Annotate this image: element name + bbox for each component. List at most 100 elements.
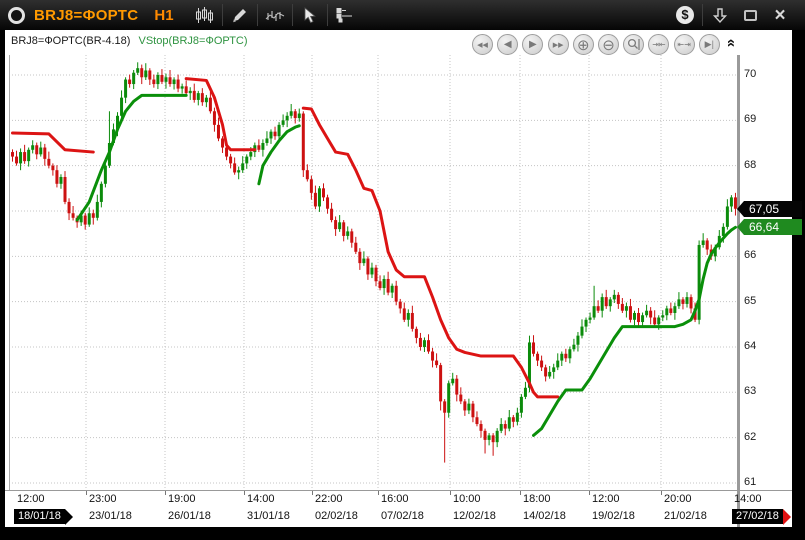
candle: [322, 188, 325, 197]
collapse-toolbar-icon[interactable]: «: [725, 39, 737, 47]
levels-button[interactable]: [330, 2, 360, 28]
candle: [568, 349, 571, 358]
minimize-button[interactable]: [735, 2, 765, 28]
candle: [649, 311, 652, 318]
candle: [27, 150, 30, 161]
draw-button[interactable]: [225, 2, 255, 28]
candle: [609, 299, 612, 306]
candle: [177, 80, 180, 89]
chart-title: BRJ8=ФОРТС(BR-4.18): [11, 35, 130, 47]
time-axis-date-label: 26/01/18: [168, 510, 211, 522]
candle: [358, 252, 361, 263]
cursor-button[interactable]: [295, 2, 325, 28]
candle: [209, 98, 212, 112]
candle: [512, 417, 515, 422]
close-button[interactable]: ×: [765, 2, 795, 28]
candle: [532, 342, 535, 353]
candle: [160, 75, 163, 82]
candle: [548, 372, 551, 377]
candle: [435, 361, 438, 366]
candle: [730, 197, 733, 206]
current-date-arrow-icon: [783, 509, 791, 525]
candle: [520, 397, 523, 413]
candle: [637, 313, 640, 322]
time-axis-time-label: 14:00: [247, 493, 275, 505]
minimize-icon: [744, 10, 757, 21]
candle: [613, 295, 616, 300]
zoom-area-button[interactable]: [623, 34, 644, 55]
candle: [661, 315, 664, 317]
download-button[interactable]: [705, 2, 735, 28]
indicator-label: VStop(BRJ8=ФОРТС): [139, 35, 248, 47]
candle: [673, 306, 676, 313]
time-axis-date-label: 19/02/18: [592, 510, 635, 522]
candle: [88, 213, 91, 224]
candle: [314, 193, 317, 207]
candle: [690, 297, 693, 308]
time-axis-date-label: 23/01/18: [89, 510, 132, 522]
candle: [140, 68, 143, 77]
scroll-forward-button[interactable]: ▶: [522, 34, 543, 55]
candle: [245, 157, 248, 164]
zoom-in-button[interactable]: ⊕: [573, 34, 594, 55]
chart-type-button[interactable]: [190, 2, 220, 28]
compress-scale-button[interactable]: ⇥⇤: [648, 34, 669, 55]
zoom-out-button[interactable]: ⊖: [598, 34, 619, 55]
time-axis-time-label: 12:00: [17, 493, 45, 505]
candle: [269, 132, 272, 139]
app-logo-icon: [8, 7, 25, 24]
price-axis-label: 68: [744, 159, 756, 171]
candle: [59, 177, 62, 184]
toolbar-timeframe[interactable]: H1: [154, 7, 173, 24]
candlestick-icon: [195, 7, 214, 24]
candle: [669, 308, 672, 313]
candle: [354, 243, 357, 252]
candle: [451, 379, 454, 384]
candle: [484, 431, 487, 440]
candle: [51, 166, 54, 171]
candle: [362, 259, 365, 264]
candle: [274, 132, 277, 137]
scroll-end-button[interactable]: ▶▶: [548, 34, 569, 55]
candle: [544, 367, 547, 376]
candle: [617, 295, 620, 304]
last-price-label: 67,05: [744, 201, 802, 217]
go-to-end-button[interactable]: ▶|: [699, 34, 720, 55]
candle: [330, 209, 333, 220]
candle: [524, 388, 527, 397]
quotes-button[interactable]: $: [670, 2, 700, 28]
candle: [702, 240, 705, 245]
expand-scale-button[interactable]: ⇤⇥: [674, 34, 695, 55]
cursor-icon: [302, 7, 318, 24]
indicators-button[interactable]: [260, 2, 290, 28]
candle: [241, 163, 244, 170]
scroll-back-button[interactable]: ◀: [497, 34, 518, 55]
candle: [265, 138, 268, 143]
candle: [597, 306, 600, 311]
candle: [19, 152, 22, 163]
candle: [480, 424, 483, 431]
candle: [560, 354, 563, 361]
candle: [15, 157, 18, 164]
candle: [68, 202, 71, 213]
candle: [439, 365, 442, 401]
time-axis-tick: [312, 491, 313, 495]
candle: [39, 148, 42, 155]
time-axis-date-label: 14/02/18: [523, 510, 566, 522]
candle: [395, 286, 398, 302]
candle: [346, 231, 349, 236]
vstop-line: [534, 227, 736, 435]
candle: [375, 268, 378, 282]
chart-panel: BRJ8=ФОРТС(BR-4.18) VStop(BRJ8=ФОРТС) ◀◀…: [5, 30, 792, 527]
price-chart[interactable]: [9, 55, 737, 491]
price-label-arrow-icon: [737, 201, 744, 217]
candle: [229, 157, 232, 164]
candle: [455, 379, 458, 395]
candle: [475, 417, 478, 424]
candle: [722, 227, 725, 236]
candle: [653, 318, 656, 325]
scroll-start-button[interactable]: ◀◀: [472, 34, 493, 55]
time-axis-tick: [244, 491, 245, 495]
candle: [189, 91, 192, 93]
time-axis-tick: [450, 491, 451, 495]
